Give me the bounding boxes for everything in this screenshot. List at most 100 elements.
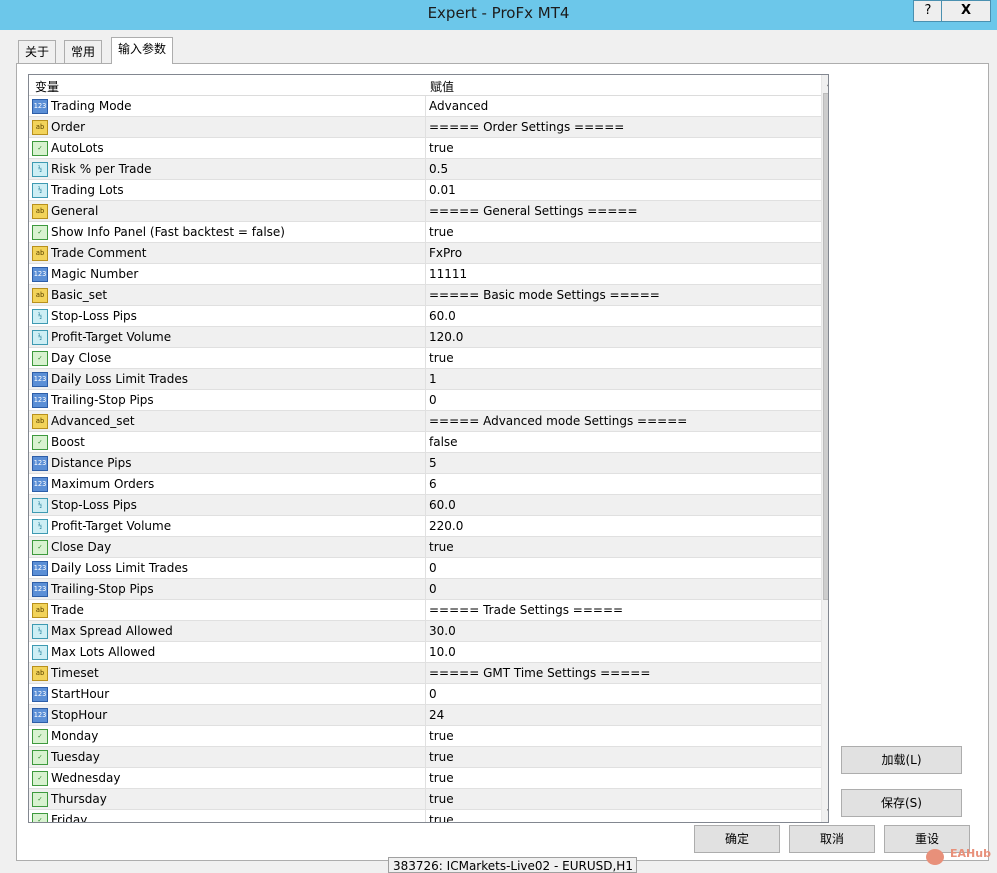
parameter-name: Daily Loss Limit Trades bbox=[51, 372, 188, 386]
dbl-type-icon: ½ bbox=[32, 519, 48, 534]
scrollbar-thumb[interactable]: ≡ bbox=[823, 93, 828, 600]
table-row[interactable]: 123 Magic Number 11111 bbox=[29, 264, 821, 285]
table-row[interactable]: ab Basic_set ===== Basic mode Settings ===… bbox=[29, 285, 821, 306]
parameter-value[interactable]: 60.0 bbox=[429, 309, 456, 323]
parameter-value[interactable]: 11111 bbox=[429, 267, 467, 281]
column-divider bbox=[425, 621, 426, 641]
table-row[interactable]: ✓ Wednesday true bbox=[29, 768, 821, 789]
table-row[interactable]: ½ Max Spread Allowed 30.0 bbox=[29, 621, 821, 642]
table-row[interactable]: 123 Trading Mode Advanced bbox=[29, 96, 821, 117]
parameter-value[interactable]: 0 bbox=[429, 687, 437, 701]
tab-inputs[interactable]: 输入参数 bbox=[111, 37, 174, 64]
parameter-value[interactable]: 10.0 bbox=[429, 645, 456, 659]
table-row[interactable]: ab Timeset ===== GMT Time Settings ===== bbox=[29, 663, 821, 684]
parameter-value[interactable]: 24 bbox=[429, 708, 444, 722]
parameter-value[interactable]: ===== Basic mode Settings ===== bbox=[429, 288, 660, 302]
table-row[interactable]: 123 Daily Loss Limit Trades 0 bbox=[29, 558, 821, 579]
column-divider bbox=[425, 726, 426, 746]
table-row[interactable]: 123 StartHour 0 bbox=[29, 684, 821, 705]
table-row[interactable]: 123 Trailing-Stop Pips 0 bbox=[29, 390, 821, 411]
parameter-value[interactable]: true bbox=[429, 729, 454, 743]
column-header-value[interactable]: 赋值 bbox=[430, 78, 454, 95]
parameter-value[interactable]: 6 bbox=[429, 477, 437, 491]
parameter-value[interactable]: 1 bbox=[429, 372, 437, 386]
table-row[interactable]: ½ Trading Lots 0.01 bbox=[29, 180, 821, 201]
parameter-value[interactable]: true bbox=[429, 225, 454, 239]
table-row[interactable]: ½ Stop-Loss Pips 60.0 bbox=[29, 495, 821, 516]
parameter-value[interactable]: 220.0 bbox=[429, 519, 463, 533]
table-row[interactable]: ½ Risk % per Trade 0.5 bbox=[29, 159, 821, 180]
parameter-value[interactable]: 60.0 bbox=[429, 498, 456, 512]
column-divider bbox=[425, 705, 426, 725]
table-row[interactable]: ab Order ===== Order Settings ===== bbox=[29, 117, 821, 138]
parameter-value[interactable]: 5 bbox=[429, 456, 437, 470]
table-row[interactable]: ✓ Show Info Panel (Fast backtest = false)… bbox=[29, 222, 821, 243]
table-row[interactable]: 123 StopHour 24 bbox=[29, 705, 821, 726]
parameter-value[interactable]: true bbox=[429, 792, 454, 806]
save-button[interactable]: 保存(S) bbox=[841, 789, 962, 817]
parameter-value[interactable]: 120.0 bbox=[429, 330, 463, 344]
table-row[interactable]: ✓ AutoLots true bbox=[29, 138, 821, 159]
parameter-value[interactable]: 0 bbox=[429, 561, 437, 575]
parameter-name: Wednesday bbox=[51, 771, 121, 785]
table-row[interactable]: ½ Profit-Target Volume 120.0 bbox=[29, 327, 821, 348]
table-row[interactable]: ½ Profit-Target Volume 220.0 bbox=[29, 516, 821, 537]
parameter-value[interactable]: true bbox=[429, 141, 454, 155]
parameter-value[interactable]: 30.0 bbox=[429, 624, 456, 638]
table-row[interactable]: ✓ Boost false bbox=[29, 432, 821, 453]
parameter-value[interactable]: true bbox=[429, 540, 454, 554]
parameter-value[interactable]: true bbox=[429, 813, 454, 822]
scroll-up-icon[interactable]: ▲ bbox=[822, 75, 828, 92]
parameter-value[interactable]: true bbox=[429, 771, 454, 785]
table-row[interactable]: ab General ===== General Settings ===== bbox=[29, 201, 821, 222]
table-row[interactable]: ✓ Day Close true bbox=[29, 348, 821, 369]
load-button[interactable]: 加载(L) bbox=[841, 746, 962, 774]
tab-about[interactable]: 关于 bbox=[18, 40, 57, 63]
parameter-value[interactable]: ===== Advanced mode Settings ===== bbox=[429, 414, 687, 428]
parameter-value[interactable]: ===== General Settings ===== bbox=[429, 204, 638, 218]
table-row[interactable]: ✓ Thursday true bbox=[29, 789, 821, 810]
parameter-value[interactable]: ===== GMT Time Settings ===== bbox=[429, 666, 650, 680]
parameter-value[interactable]: false bbox=[429, 435, 458, 449]
window-title: Expert - ProFx MT4 bbox=[427, 4, 570, 22]
tab-common[interactable]: 常用 bbox=[64, 40, 103, 63]
table-row[interactable]: ½ Max Lots Allowed 10.0 bbox=[29, 642, 821, 663]
parameter-name: Thursday bbox=[51, 792, 107, 806]
table-row[interactable]: ✓ Monday true bbox=[29, 726, 821, 747]
table-row[interactable]: ab Trade ===== Trade Settings ===== bbox=[29, 600, 821, 621]
parameter-value[interactable]: 0 bbox=[429, 393, 437, 407]
table-row[interactable]: ½ Stop-Loss Pips 60.0 bbox=[29, 306, 821, 327]
grip-icon: ≡ bbox=[827, 339, 828, 350]
close-button[interactable]: X bbox=[941, 0, 991, 22]
table-row[interactable]: 123 Distance Pips 5 bbox=[29, 453, 821, 474]
parameter-value[interactable]: ===== Order Settings ===== bbox=[429, 120, 624, 134]
parameter-value[interactable]: true bbox=[429, 750, 454, 764]
help-button[interactable]: ? bbox=[913, 0, 943, 22]
column-divider bbox=[425, 369, 426, 389]
table-row[interactable]: ✓ Tuesday true bbox=[29, 747, 821, 768]
cancel-button[interactable]: 取消 bbox=[789, 825, 875, 853]
table-row[interactable]: 123 Daily Loss Limit Trades 1 bbox=[29, 369, 821, 390]
table-row[interactable]: ab Advanced_set ===== Advanced mode Settin… bbox=[29, 411, 821, 432]
parameter-value[interactable]: Advanced bbox=[429, 99, 488, 113]
parameter-value[interactable]: 0 bbox=[429, 582, 437, 596]
int-type-icon: 123 bbox=[32, 99, 48, 114]
parameter-value[interactable]: true bbox=[429, 351, 454, 365]
parameter-value[interactable]: 0.5 bbox=[429, 162, 448, 176]
parameter-value[interactable]: FxPro bbox=[429, 246, 462, 260]
parameter-value[interactable]: 0.01 bbox=[429, 183, 456, 197]
ok-button[interactable]: 确定 bbox=[694, 825, 780, 853]
column-header-variable[interactable]: 变量 bbox=[35, 78, 59, 95]
column-divider bbox=[425, 747, 426, 767]
parameter-value[interactable]: ===== Trade Settings ===== bbox=[429, 603, 623, 617]
scroll-down-icon[interactable]: ▼ bbox=[822, 805, 828, 822]
parameter-name: Maximum Orders bbox=[51, 477, 155, 491]
table-row[interactable]: ✓ Friday true bbox=[29, 810, 821, 822]
column-divider bbox=[425, 390, 426, 410]
table-row[interactable]: 123 Maximum Orders 6 bbox=[29, 474, 821, 495]
column-divider bbox=[425, 453, 426, 473]
table-row[interactable]: ✓ Close Day true bbox=[29, 537, 821, 558]
vertical-scrollbar[interactable]: ▲ ≡ ▼ bbox=[821, 75, 828, 822]
table-row[interactable]: 123 Trailing-Stop Pips 0 bbox=[29, 579, 821, 600]
table-row[interactable]: ab Trade Comment FxPro bbox=[29, 243, 821, 264]
